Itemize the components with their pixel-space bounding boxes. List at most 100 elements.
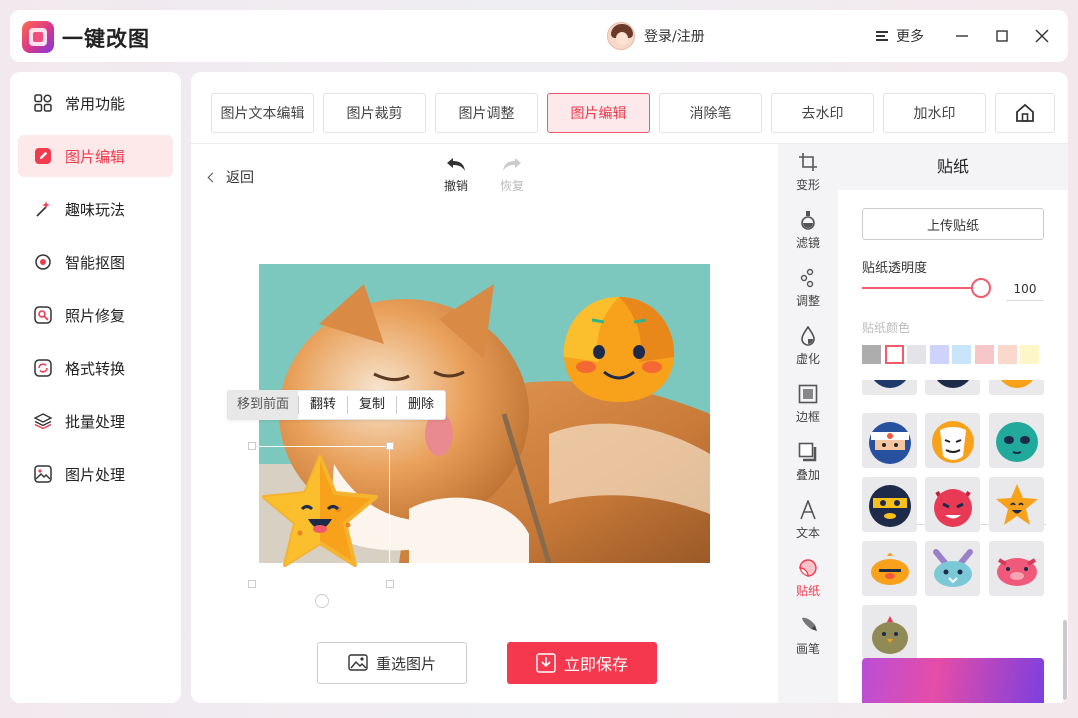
- sticker-bunny[interactable]: [925, 541, 980, 596]
- tool-adjust[interactable]: 调整: [778, 268, 838, 309]
- app-title: 一键改图: [62, 27, 150, 51]
- sticker-selection-box[interactable]: [248, 442, 394, 588]
- sticker-panel: 贴纸 上传贴纸 贴纸透明度 100 贴纸颜色: [838, 144, 1068, 703]
- opacity-value-input[interactable]: 100: [1006, 277, 1044, 301]
- resize-handle-tl[interactable]: [248, 442, 256, 450]
- ninja-sticker-icon: [868, 421, 911, 464]
- reselect-image-button[interactable]: 重选图片: [317, 642, 467, 684]
- function-tabs: 图片文本编辑 图片裁剪 图片调整 图片编辑 消除笔 去水印 加水印: [211, 93, 1064, 133]
- sticker-partial-1[interactable]: [862, 380, 917, 395]
- sidebar-item-common[interactable]: 常用功能: [18, 82, 173, 124]
- resize-handle-bl[interactable]: [248, 580, 256, 588]
- sun-sticker[interactable]: [554, 292, 684, 402]
- undo-label: 撤销: [443, 179, 468, 193]
- panel-scrollbar[interactable]: [1063, 620, 1067, 700]
- sticker-duck[interactable]: [862, 541, 917, 596]
- tab-crop[interactable]: 图片裁剪: [323, 93, 426, 133]
- copy-button[interactable]: 复制: [347, 396, 396, 414]
- tool-blur[interactable]: 虚化: [778, 326, 838, 367]
- login-button[interactable]: 登录/注册: [607, 22, 705, 50]
- tool-filter[interactable]: 滤镜: [778, 210, 838, 251]
- close-icon: [1035, 29, 1049, 43]
- sticker-grid: [862, 380, 1058, 703]
- filter-icon: [801, 211, 815, 230]
- tab-add-watermark[interactable]: 加水印: [883, 93, 986, 133]
- swatch-gray[interactable]: [862, 345, 881, 364]
- sidebar-item-image-edit[interactable]: 图片编辑: [18, 135, 173, 177]
- redo-button[interactable]: 恢复: [492, 156, 532, 194]
- maximize-button[interactable]: [992, 26, 1012, 46]
- rotate-handle[interactable]: [315, 594, 329, 608]
- sticker-chick[interactable]: [862, 605, 917, 660]
- tool-frame[interactable]: 边框: [778, 384, 838, 425]
- swatch-light-blue[interactable]: [952, 345, 972, 364]
- sidebar-item-fun[interactable]: 趣味玩法: [18, 188, 173, 230]
- save-button[interactable]: 立即保存: [507, 642, 657, 684]
- sticker-partial-2[interactable]: [925, 380, 980, 395]
- sticker-pig[interactable]: [989, 541, 1044, 596]
- sidebar-item-cutout[interactable]: 智能抠图: [18, 241, 173, 283]
- close-button[interactable]: [1032, 26, 1052, 46]
- sticker-ninja[interactable]: [862, 413, 917, 468]
- redo-label: 恢复: [499, 179, 524, 193]
- bring-front-button[interactable]: 移到前面: [228, 390, 299, 420]
- home-button[interactable]: [995, 93, 1055, 133]
- resize-handle-br[interactable]: [386, 580, 394, 588]
- more-menu-button[interactable]: 更多: [876, 26, 924, 46]
- swatch-cream[interactable]: [1020, 345, 1040, 364]
- tab-remove-watermark[interactable]: 去水印: [771, 93, 874, 133]
- sticker-devil[interactable]: [925, 477, 980, 532]
- opacity-slider-knob[interactable]: [971, 278, 991, 298]
- tool-transform[interactable]: 变形: [778, 152, 838, 193]
- tab-text-edit[interactable]: 图片文本编辑: [211, 93, 314, 133]
- sticker-alien[interactable]: [989, 413, 1044, 468]
- text-icon: [800, 500, 816, 520]
- sticker-burglar[interactable]: [862, 477, 917, 532]
- menu-icon: [876, 30, 890, 42]
- tool-label: 变形: [795, 178, 820, 192]
- swatch-pink[interactable]: [974, 345, 994, 364]
- swatch-light-gray[interactable]: [907, 345, 927, 364]
- alien-sticker-icon: [995, 421, 1038, 462]
- sidebar-item-label: 照片修复: [65, 306, 126, 325]
- upload-sticker-button[interactable]: 上传贴纸: [862, 208, 1044, 240]
- sidebar-item-image-process[interactable]: 图片处理: [18, 453, 173, 495]
- magic-wand-icon: [34, 200, 52, 218]
- star-sticker-icon: [995, 483, 1038, 525]
- opacity-slider-track[interactable]: [862, 287, 980, 289]
- resize-handle-tr[interactable]: [386, 442, 394, 450]
- tool-sticker[interactable]: 贴纸: [778, 558, 838, 599]
- undo-button[interactable]: 撤销: [436, 156, 476, 194]
- swatch-peach[interactable]: [997, 345, 1017, 364]
- layers-icon: [34, 412, 52, 430]
- minimize-button[interactable]: [952, 26, 972, 46]
- flip-button[interactable]: 翻转: [298, 396, 347, 414]
- tool-text[interactable]: 文本: [778, 500, 838, 541]
- sticker-context-menu: 移到前面 翻转 复制 删除: [227, 390, 447, 420]
- sidebar-item-repair[interactable]: 照片修复: [18, 294, 173, 336]
- sticker-mask[interactable]: [925, 413, 980, 468]
- tab-image-edit[interactable]: 图片编辑: [547, 93, 650, 133]
- sticker-partial-3[interactable]: [989, 380, 1044, 395]
- chick-sticker-icon: [871, 615, 908, 654]
- tab-eraser[interactable]: 消除笔: [659, 93, 762, 133]
- tool-brush[interactable]: 画笔: [778, 616, 838, 657]
- swatch-white[interactable]: [884, 345, 904, 364]
- tool-overlay[interactable]: 叠加: [778, 442, 838, 483]
- save-label: 立即保存: [563, 655, 628, 674]
- devil-sticker-icon: [933, 488, 972, 527]
- tab-adjust[interactable]: 图片调整: [435, 93, 538, 133]
- sidebar-item-convert[interactable]: 格式转换: [18, 347, 173, 389]
- maximize-icon: [996, 30, 1008, 42]
- back-button[interactable]: 返回: [207, 167, 254, 187]
- promo-banner[interactable]: [862, 658, 1044, 703]
- swatch-lavender[interactable]: [929, 345, 949, 364]
- undo-icon: [447, 158, 465, 171]
- sticker-star[interactable]: [989, 477, 1044, 532]
- tool-label: 画笔: [795, 642, 820, 656]
- sidebar-item-batch[interactable]: 批量处理: [18, 400, 173, 442]
- reselect-label: 重选图片: [375, 654, 436, 673]
- tool-column: 变形 滤镜 调整 虚化 边框 叠加 文本 贴纸 画笔: [778, 144, 838, 703]
- delete-button[interactable]: 删除: [396, 396, 445, 414]
- color-label: 贴纸颜色: [862, 321, 911, 335]
